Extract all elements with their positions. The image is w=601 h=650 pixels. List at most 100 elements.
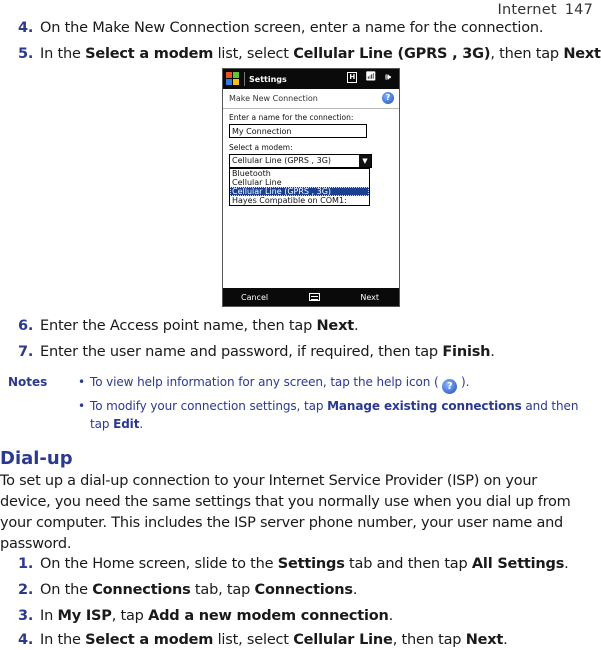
text-run: . [353, 318, 359, 334]
modem-options-list: Bluetooth Cellular Line Cellular Line (GPR… [229, 168, 370, 206]
bold-term: Add a new modem connection [148, 608, 389, 624]
bold-term: Edit [113, 417, 140, 431]
modem-option[interactable]: Hayes Compatible on COM1: [230, 196, 369, 205]
step-item: 2. On the Connections tab, tap Connection… [18, 582, 357, 598]
help-icon[interactable]: ? [382, 92, 394, 104]
text-run: On the Home screen, slide to the [40, 556, 278, 572]
title-separator [244, 72, 245, 86]
bold-term: All Settings [471, 556, 565, 572]
text-run: . [503, 632, 508, 648]
bold-term: Next [563, 46, 601, 62]
bold-term: Cellular Line (GPRS , 3G) [293, 46, 491, 62]
text-run: To modify your connection settings, tap [90, 399, 328, 413]
step-item: 7. Enter the user name and password, if r… [18, 344, 495, 360]
step-item: 3. In My ISP, tap Add a new modem connect… [18, 608, 393, 624]
text-run: tab, tap [190, 582, 255, 598]
help-icon: ? [442, 379, 458, 394]
signal-icon: 📶︎ [365, 72, 377, 82]
modem-option[interactable]: Cellular Line [230, 178, 369, 187]
bold-term: Next [465, 632, 504, 648]
page-header: Internet 147 [498, 2, 593, 18]
bold-term: Cellular Line [293, 632, 393, 648]
modem-label: Select a modem: [229, 143, 293, 152]
text-run: Enter the user name and password, if req… [40, 344, 443, 360]
text-run: tap [90, 417, 114, 431]
text-run: On the [40, 582, 93, 598]
step-number: 4. [18, 20, 34, 36]
paragraph-line: your computer. This includes the ISP ser… [0, 515, 563, 531]
note-item: tap Edit. [90, 417, 143, 431]
text-run: Enter the Access point name, then tap [40, 318, 317, 334]
text-run: , tap [111, 608, 149, 624]
step-number: 4. [18, 632, 34, 648]
bold-term: Connections [92, 582, 191, 598]
modem-select-value: Cellular Line (GPRS , 3G) [232, 156, 332, 165]
bold-term: Finish [442, 344, 491, 360]
phone-screen-title-bar: Make New Connection ? [223, 89, 399, 109]
text-run: In the [40, 46, 86, 62]
note-item: • To modify your connection settings, tap… [78, 399, 579, 413]
step-number: 5. [18, 46, 34, 62]
text-run: tab and then tap [344, 556, 472, 572]
status-icons: H 📶︎ 🕪︎ [347, 72, 391, 83]
text-run: , then tap [392, 632, 466, 648]
connection-name-label: Enter a name for the connection: [229, 113, 354, 122]
step-item: 1. On the Home screen, slide to the Setti… [18, 556, 569, 572]
step-item: 4. On the Make New Connection screen, ent… [18, 20, 544, 36]
phone-screenshot: Settings H 📶︎ 🕪︎ Make New Connection ? E… [222, 68, 400, 307]
bold-term: Settings [277, 556, 345, 572]
text-run: . [490, 344, 495, 360]
page-number: 147 [564, 2, 593, 18]
keyboard-icon[interactable] [308, 293, 320, 301]
text-run: list, select [213, 632, 294, 648]
bold-term: My ISP [57, 608, 112, 624]
modem-option[interactable]: Bluetooth [230, 169, 369, 178]
bold-term: Select a modem [85, 46, 214, 62]
section-title-dialup: Dial-up [0, 448, 73, 469]
step-item: 5. In the Select a modem list, select Cel… [18, 46, 601, 62]
step-item: 4. In the Select a modem list, select Cel… [18, 632, 508, 648]
bold-term: Manage existing connections [327, 399, 522, 413]
text-run: . [139, 417, 144, 431]
dropdown-arrow-icon[interactable]: ▼ [359, 155, 371, 167]
text-run: . [564, 556, 569, 572]
connection-name-input[interactable]: My Connection [229, 124, 367, 138]
text-run: list, select [213, 46, 294, 62]
text-run: In the [40, 632, 86, 648]
step-number: 1. [18, 556, 34, 572]
bold-term: Next [316, 318, 355, 334]
paragraph-line: device, you need the same settings that … [0, 494, 571, 510]
text-run: ). [457, 375, 470, 389]
text-run: To view help information for any screen,… [90, 375, 443, 389]
modem-select[interactable]: Cellular Line (GPRS , 3G) ▼ [229, 154, 372, 168]
bullet: • [78, 375, 85, 389]
dialup-paragraph: To set up a dial-up connection to your I… [0, 471, 590, 555]
notes-label: Notes [8, 375, 48, 389]
text-run: On the Make New Connection screen, enter… [40, 20, 544, 36]
cancel-softkey[interactable]: Cancel [241, 293, 268, 302]
phone-screen-title: Make New Connection [229, 94, 318, 103]
paragraph-line: To set up a dial-up connection to your I… [0, 473, 538, 489]
text-run: , then tap [490, 46, 564, 62]
step-number: 6. [18, 318, 34, 334]
note-item: • To view help information for any screen… [78, 375, 470, 394]
text-run: In [40, 608, 58, 624]
speaker-icon: 🕪︎ [384, 72, 391, 83]
text-run: . [388, 608, 394, 624]
next-softkey[interactable]: Next [360, 293, 379, 302]
bullet: • [78, 399, 85, 413]
phone-app-title: Settings [249, 74, 287, 84]
step-number: 2. [18, 582, 34, 598]
modem-option[interactable]: Cellular Line (GPRS , 3G) [230, 187, 369, 196]
section-name: Internet [497, 2, 557, 18]
step-item: 6. Enter the Access point name, then tap … [18, 318, 359, 334]
step-number: 3. [18, 608, 34, 624]
text-run: and then [521, 399, 579, 413]
bold-term: Select a modem [85, 632, 214, 648]
paragraph-line: password. [0, 536, 72, 552]
windows-start-icon[interactable] [226, 72, 240, 86]
text-run: . [352, 582, 358, 598]
step-number: 7. [18, 344, 34, 360]
phone-title-bar: Settings H 📶︎ 🕪︎ [223, 69, 399, 89]
network-h-icon: H [347, 72, 358, 83]
